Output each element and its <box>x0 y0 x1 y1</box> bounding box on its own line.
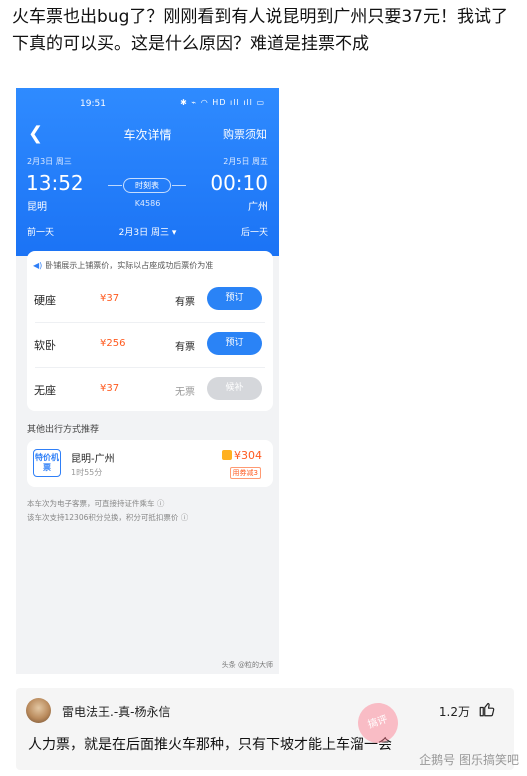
toutiao-watermark: 头条 @粒的大师 <box>221 661 273 669</box>
train-header: 19:51 ✱ ⌁ ◠ HD ıll ıll ▭ ❮ 车次详情 购票须知 2月3… <box>16 88 279 256</box>
flight-badge-icon: 特价机票 <box>33 449 61 477</box>
coupon-icon <box>222 450 232 460</box>
seat-row-standing: 无座 ¥37 无票 候补 <box>27 367 273 411</box>
alt-travel-title: 其他出行方式推荐 <box>27 425 100 435</box>
seat-availability: 有票 <box>175 342 195 353</box>
speaker-icon: ◀) <box>33 261 43 270</box>
price-notice: ◀) 卧铺展示上铺票价，实际以占座成功后票价为准 <box>33 260 213 271</box>
arrival-date: 2月5日 周五 <box>223 157 268 166</box>
post-text: 火车票也出bug了？刚刚看到有人说昆明到广州只要37元！我试了下真的可以买。这是… <box>12 7 508 54</box>
alt-discount-badge: 用券减3 <box>229 467 261 479</box>
current-date-selector[interactable]: 2月3日 周三 ▾ <box>16 225 279 238</box>
thumb-up-icon[interactable] <box>478 700 496 718</box>
phone-screenshot: 19:51 ✱ ⌁ ◠ HD ıll ıll ▭ ❮ 车次详情 购票须知 2月3… <box>16 88 279 674</box>
alt-travel-card[interactable]: 特价机票 昆明-广州 1时55分 ¥304 用券减3 <box>27 440 273 487</box>
status-time: 19:51 <box>80 99 106 109</box>
alt-price: ¥304 <box>222 449 262 462</box>
book-button[interactable]: 预订 <box>207 287 262 310</box>
book-button[interactable]: 预订 <box>207 332 262 355</box>
footnote-points: 该车次支持12306积分兑换，积分可抵扣票价 ⓘ <box>27 513 189 522</box>
alt-price-value: ¥304 <box>234 449 262 462</box>
seat-availability: 有票 <box>175 297 195 308</box>
seat-row-soft-sleeper: 软卧 ¥256 有票 预订 <box>27 322 273 366</box>
timetable-button[interactable]: 时刻表 <box>123 178 171 193</box>
seat-card: ◀) 卧铺展示上铺票价，实际以占座成功后票价为准 硬座 ¥37 有票 预订 软卧 … <box>27 251 273 411</box>
footnote-eticket: 本车次为电子客票，可直接持证件乘车 ⓘ <box>27 499 165 508</box>
alt-duration: 1时55分 <box>71 468 103 477</box>
next-day-button[interactable]: 后一天 <box>241 225 268 238</box>
bottom-watermark: 企鹅号 图乐搞笑吧 <box>419 753 519 767</box>
arrival-time: 00:10 <box>210 171 268 195</box>
like-count: 1.2万 <box>438 705 470 719</box>
date-bar: 前一天 2月3日 周三 ▾ 后一天 <box>16 221 279 241</box>
departure-date: 2月3日 周三 <box>27 157 72 166</box>
seat-row-hard-seat: 硬座 ¥37 有票 预订 <box>27 277 273 321</box>
comment-text: 人力票，就是在后面推火车那种，只有下坡才能上车溜一会 <box>28 737 392 753</box>
timetable-line-right <box>172 185 186 186</box>
seat-price: ¥256 <box>100 338 126 349</box>
seat-availability: 无票 <box>175 387 195 398</box>
seat-price: ¥37 <box>100 383 120 394</box>
status-icons: ✱ ⌁ ◠ HD ıll ıll ▭ <box>180 98 265 107</box>
seat-type: 软卧 <box>34 339 56 352</box>
timetable-line-left <box>108 185 122 186</box>
avatar[interactable] <box>26 698 51 723</box>
seat-type: 无座 <box>34 384 56 397</box>
waitlist-button[interactable]: 候补 <box>207 377 262 400</box>
seat-type: 硬座 <box>34 294 56 307</box>
comment-username[interactable]: 雷电法王.-真-杨永信 <box>62 703 170 720</box>
departure-time: 13:52 <box>26 171 84 195</box>
purchase-notice-link[interactable]: 购票须知 <box>223 126 267 142</box>
train-number: K4586 <box>134 199 161 208</box>
price-notice-text: 卧铺展示上铺票价，实际以占座成功后票价为准 <box>45 261 214 270</box>
alt-route: 昆明-广州 <box>71 454 115 465</box>
seat-price: ¥37 <box>100 293 120 304</box>
